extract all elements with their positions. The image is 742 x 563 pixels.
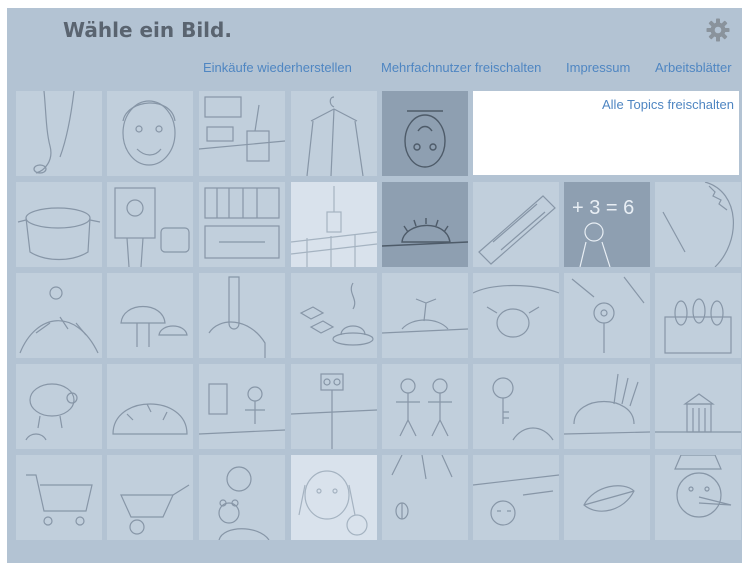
picture-tile-pot[interactable] [16, 182, 102, 267]
picture-tile-boy-face[interactable] [107, 91, 193, 176]
picture-tile-hedgehog[interactable] [382, 182, 468, 267]
picture-tile-fence-candle[interactable] [291, 182, 377, 267]
restore-purchases-link[interactable]: Einkäufe wiederherstellen [203, 60, 352, 75]
picture-tile-man-portrait[interactable] [107, 182, 193, 267]
picture-tile-island[interactable] [382, 273, 468, 358]
picture-tile-pig[interactable] [16, 364, 102, 449]
picture-tile-kitchen-cup[interactable] [199, 91, 285, 176]
picture-tile-leaf[interactable] [564, 455, 650, 540]
picture-tile-wheelbarrow[interactable] [107, 455, 193, 540]
arithmetic-text: + 3 = 6 [572, 197, 634, 219]
picture-tile-sleeping-kid[interactable] [473, 455, 559, 540]
unlock-multiuser-link[interactable]: Mehrfachnutzer freischalten [381, 60, 541, 75]
picture-tile-pot-flower[interactable] [564, 273, 650, 358]
picture-tile-shopping-cart[interactable] [16, 455, 102, 540]
picture-tile-snail-grass[interactable] [564, 364, 650, 449]
picture-tile-hand-test-tube[interactable] [199, 273, 285, 358]
picture-tile-traffic-light[interactable] [291, 364, 377, 449]
picture-tile-penguins-box[interactable] [655, 273, 741, 358]
picture-tile-pencil-case[interactable] [473, 182, 559, 267]
picture-tile-car-cabinet[interactable] [199, 182, 285, 267]
picture-tile-snowman[interactable] [655, 455, 741, 540]
picture-chooser-screen: Wähle ein Bild. Einkäufe wiederherstelle… [7, 8, 742, 563]
unlock-all-topics-panel[interactable]: Alle Topics freischalten [473, 91, 739, 175]
unlock-all-topics-link[interactable]: Alle Topics freischalten [602, 97, 734, 112]
imprint-link[interactable]: Impressum [566, 60, 630, 75]
page-title: Wähle ein Bild. [63, 18, 232, 42]
gear-icon[interactable] [706, 18, 730, 42]
picture-tile-sawblade[interactable] [655, 182, 741, 267]
picture-tile-jars-kids[interactable] [199, 364, 285, 449]
picture-tile-man-upside-down[interactable] [382, 91, 468, 176]
picture-tile-boy-blackboard[interactable]: + 3 = 6 [564, 182, 650, 267]
worksheets-link[interactable]: Arbeitsblätter [655, 60, 732, 75]
picture-tile-dancing-kids[interactable] [382, 364, 468, 449]
picture-tile-butterfly[interactable] [382, 455, 468, 540]
picture-tile-cow[interactable] [473, 273, 559, 358]
picture-tile-bush[interactable] [107, 364, 193, 449]
picture-tile-hut[interactable] [655, 364, 741, 449]
picture-tile-boy-teddy[interactable] [199, 455, 285, 540]
picture-tile-dog-cat[interactable] [291, 455, 377, 540]
picture-tile-jacket-hanger[interactable] [291, 91, 377, 176]
picture-tile-foot[interactable] [16, 91, 102, 176]
picture-tile-sugar-cubes-cup[interactable] [291, 273, 377, 358]
picture-tile-mushrooms[interactable] [107, 273, 193, 358]
picture-tile-trash-pile[interactable] [16, 273, 102, 358]
picture-tile-keys-hand[interactable] [473, 364, 559, 449]
